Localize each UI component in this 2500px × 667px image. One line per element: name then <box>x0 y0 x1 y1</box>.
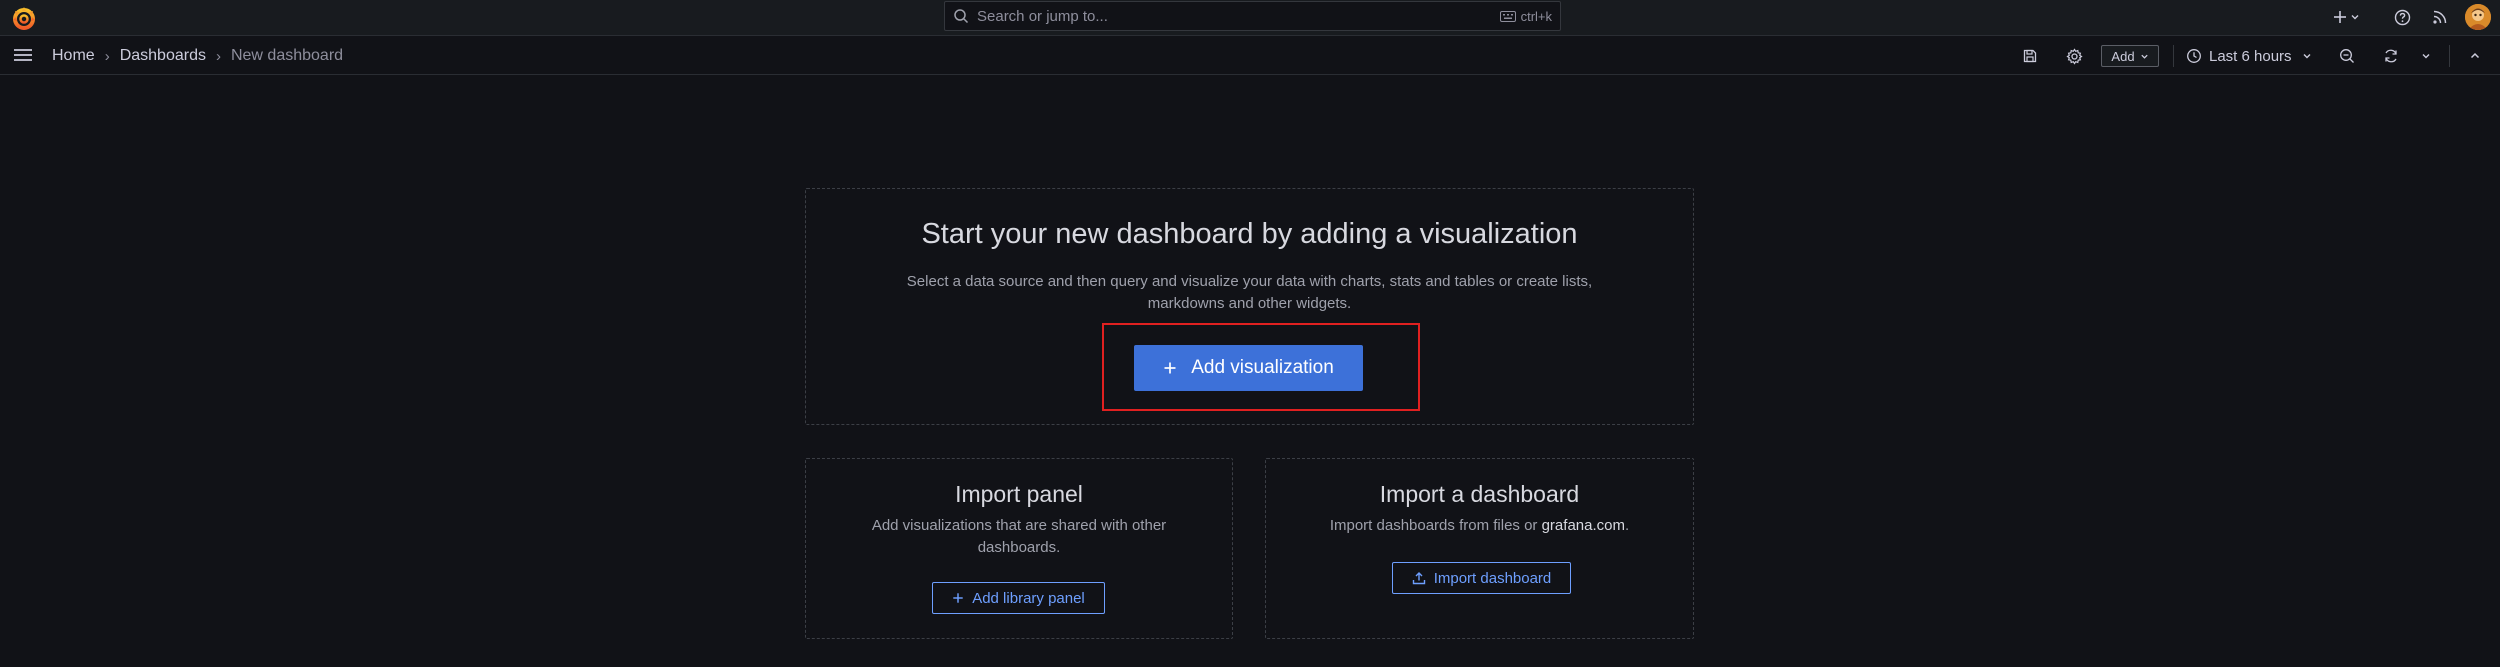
upload-icon <box>1412 572 1425 585</box>
top-bar: Search or jump to... ctrl+k <box>0 0 2500 36</box>
hamburger-icon <box>14 49 32 61</box>
chevron-down-icon <box>2140 54 2148 59</box>
add-dropdown-button[interactable]: Add <box>2101 45 2159 67</box>
keyboard-icon <box>1499 10 1516 22</box>
zoom-out-icon <box>2340 49 2354 63</box>
chevron-up-icon <box>2470 52 2480 59</box>
add-library-panel-button[interactable]: Add library panel <box>932 582 1105 614</box>
collapse-toolbar-button[interactable] <box>2462 43 2488 69</box>
empty-dashboard-description: Select a data source and then query and … <box>906 273 1593 312</box>
plus-icon <box>2330 4 2350 30</box>
refresh-interval-dropdown[interactable] <box>2413 43 2439 69</box>
search-shortcut: ctrl+k <box>1499 8 1552 24</box>
help-button[interactable] <box>2389 0 2415 34</box>
dashboard-nav-bar: Home › Dashboards › New dashboard Add La… <box>0 37 2500 75</box>
user-avatar[interactable] <box>2465 4 2491 30</box>
import-dashboard-title: Import a dashboard <box>1379 481 1580 507</box>
breadcrumb-separator: › <box>104 47 110 65</box>
clock-icon <box>2187 49 2201 63</box>
gear-icon <box>2065 47 2083 65</box>
plus-icon <box>953 593 963 603</box>
dashboard-settings-button[interactable] <box>2061 43 2087 69</box>
breadcrumb-home[interactable]: Home <box>52 47 95 65</box>
grafana-com-link[interactable]: grafana.com <box>1542 517 1625 534</box>
add-library-panel-label: Add library panel <box>972 589 1085 607</box>
import-dashboard-button[interactable]: Import dashboard <box>1392 562 1571 594</box>
save-icon <box>2023 49 2037 63</box>
news-button[interactable] <box>2427 0 2453 34</box>
chevron-down-icon <box>2303 54 2311 59</box>
add-visualization-button[interactable]: Add visualization <box>1134 345 1363 391</box>
import-panel-description: Add visualizations that are shared with … <box>871 517 1167 556</box>
time-range-picker[interactable]: Last 6 hours <box>2186 43 2312 69</box>
save-dashboard-button[interactable] <box>2017 43 2043 69</box>
breadcrumb: Home › Dashboards › New dashboard <box>52 37 343 75</box>
search-icon <box>953 8 969 24</box>
new-menu-button[interactable] <box>2330 0 2360 34</box>
grafana-logo-icon[interactable] <box>11 5 37 31</box>
breadcrumb-dashboards[interactable]: Dashboards <box>120 47 206 65</box>
breadcrumb-current: New dashboard <box>230 47 344 64</box>
import-panel-title: Import panel <box>955 481 1083 507</box>
chevron-down-icon <box>2422 54 2430 59</box>
breadcrumb-separator: › <box>215 47 221 65</box>
time-range-label: Last 6 hours <box>2209 47 2292 65</box>
import-dashboard-description-text: Import dashboards from files or <box>1329 517 1542 534</box>
help-icon <box>2389 4 2415 30</box>
import-dashboard-card: Import a dashboard Import dashboards fro… <box>1265 458 1694 639</box>
import-dashboard-description: Import dashboards from files or grafana.… <box>1290 515 1670 537</box>
refresh-icon <box>2385 49 2397 63</box>
chevron-down-icon <box>2350 12 2360 22</box>
import-panel-card: Import panel Add visualizations that are… <box>805 458 1233 639</box>
empty-dashboard-title: Start your new dashboard by adding a vis… <box>921 218 1578 250</box>
menu-toggle-button[interactable] <box>12 46 34 64</box>
search-placeholder: Search or jump to... <box>977 7 1108 25</box>
toolbar-divider <box>2173 45 2174 67</box>
toolbar-divider <box>2449 45 2450 67</box>
plus-icon <box>1164 362 1176 374</box>
shortcut-label: ctrl+k <box>1520 8 1552 24</box>
add-label: Add <box>2111 48 2135 64</box>
zoom-out-button[interactable] <box>2334 43 2360 69</box>
import-dashboard-label: Import dashboard <box>1433 569 1552 587</box>
search-input[interactable]: Search or jump to... ctrl+k <box>944 1 1561 31</box>
rss-icon <box>2427 4 2453 30</box>
refresh-button[interactable] <box>2378 43 2404 69</box>
import-dashboard-description-suffix: . <box>1624 517 1630 534</box>
add-visualization-label: Add visualization <box>1191 357 1334 378</box>
